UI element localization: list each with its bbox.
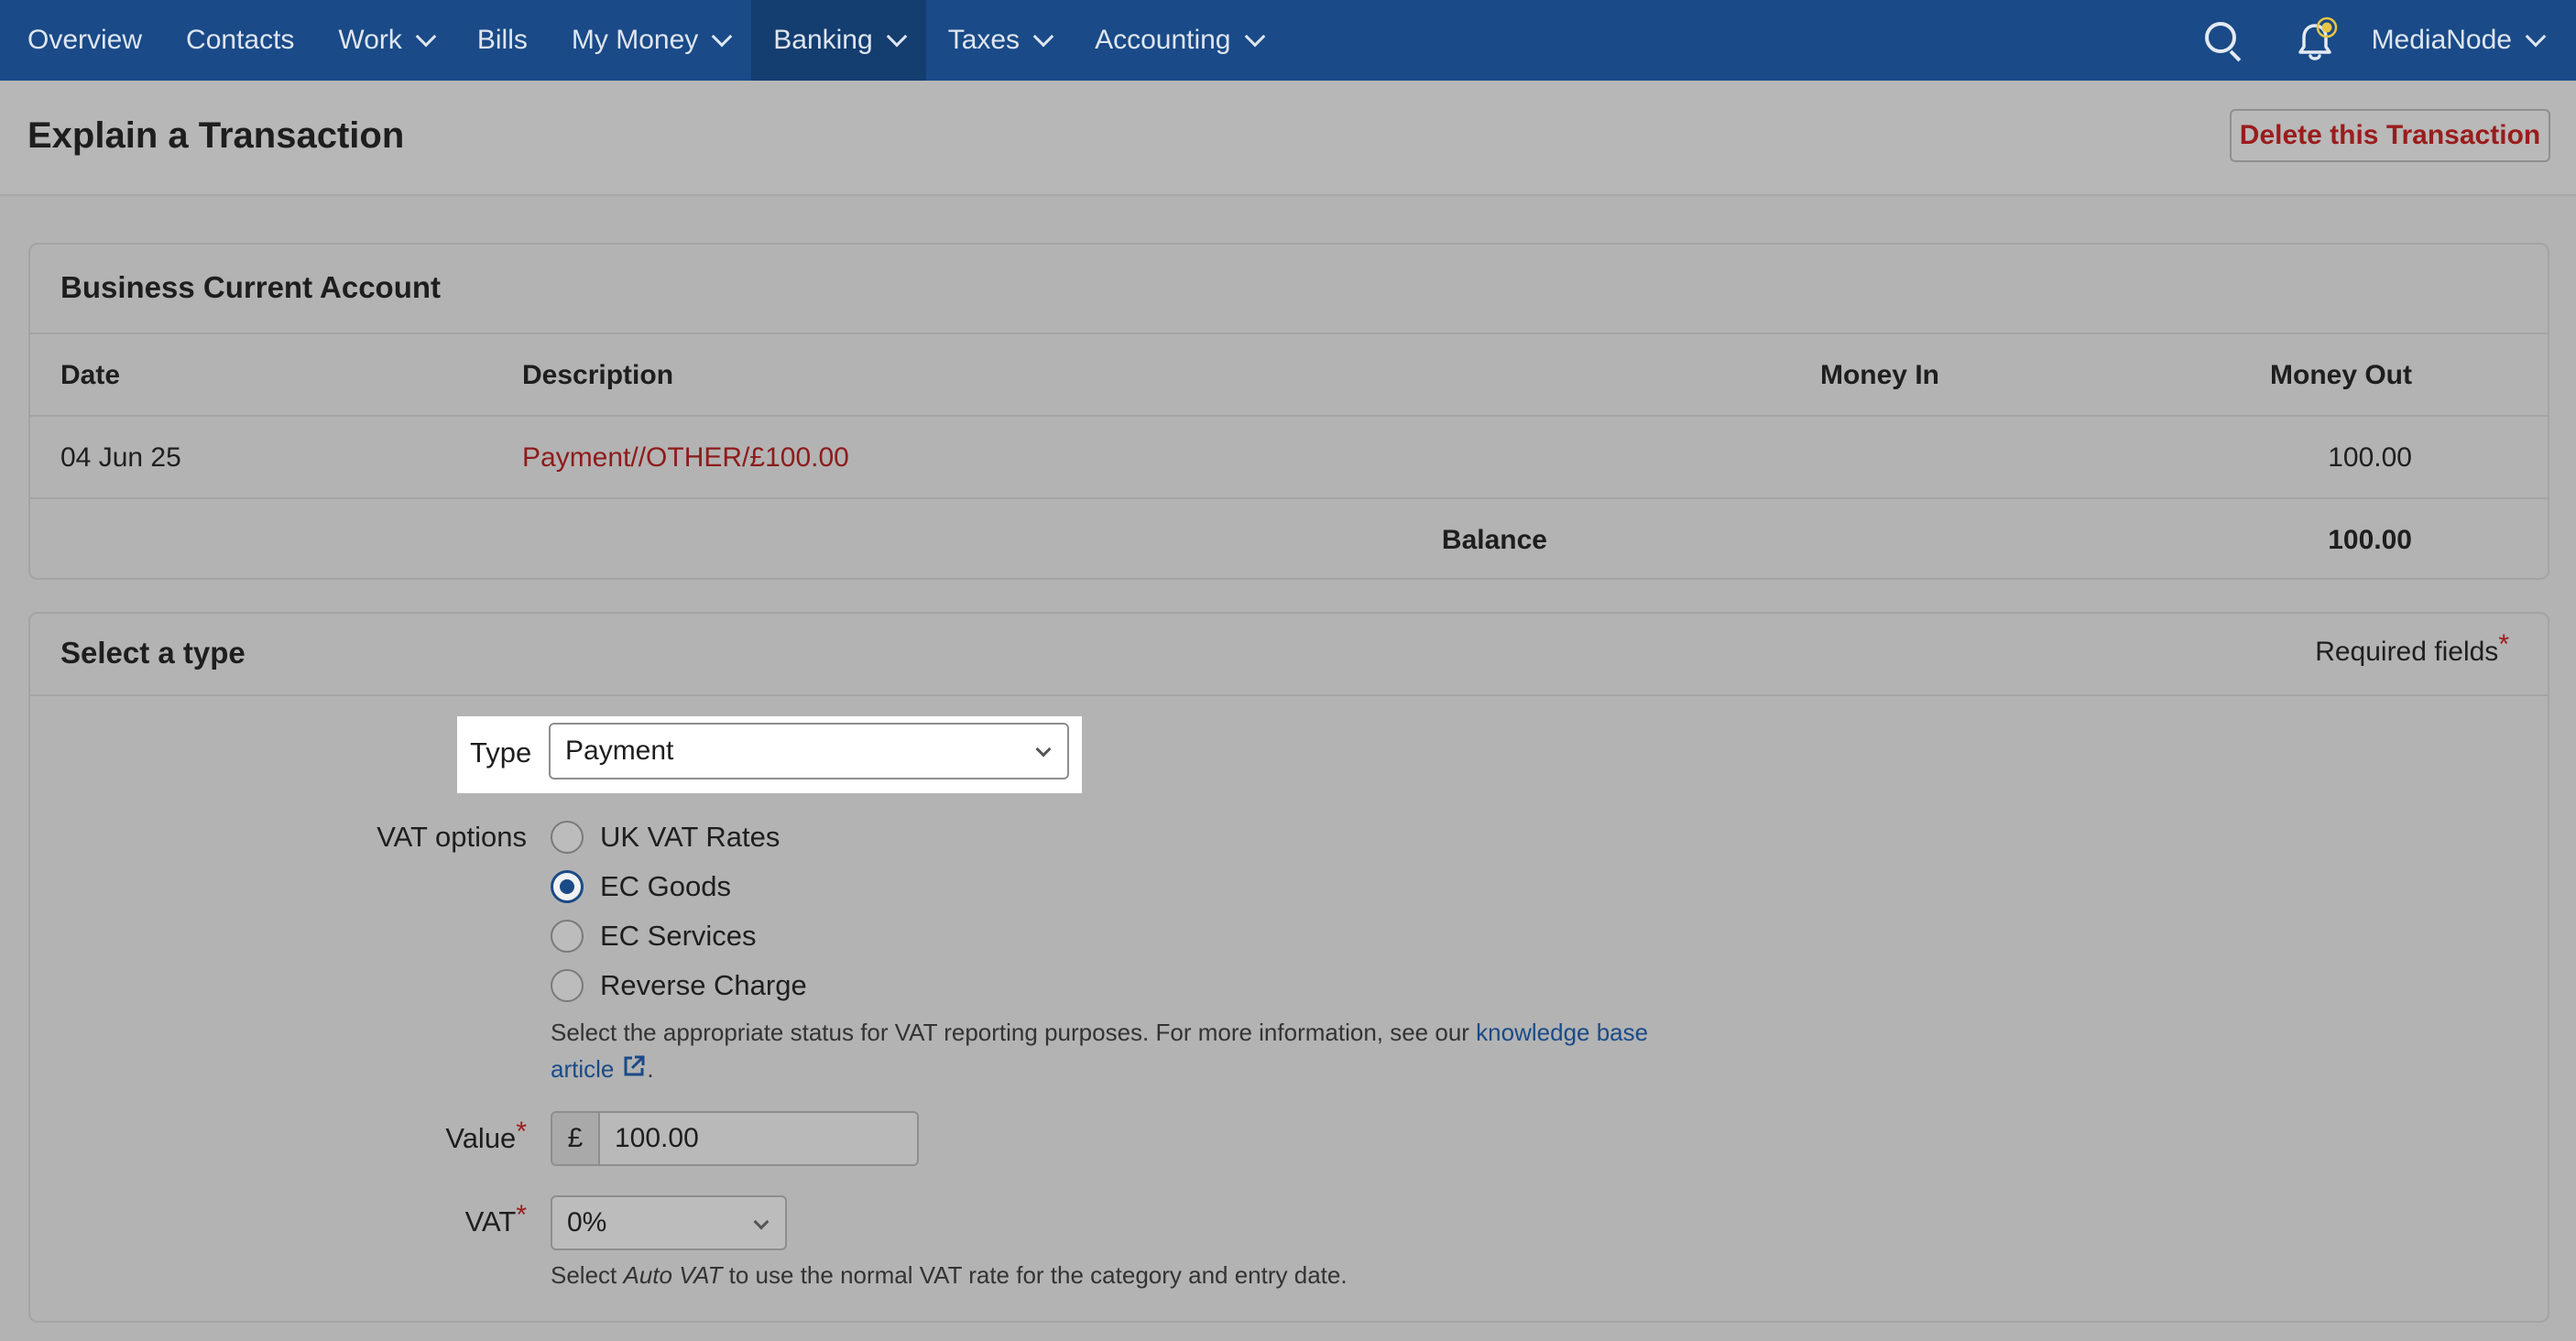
radio-button[interactable] — [551, 920, 584, 953]
radio-label: UK VAT Rates — [600, 821, 780, 853]
divider — [30, 497, 2548, 499]
required-star: * — [2498, 629, 2509, 660]
chevron-down-icon — [711, 26, 733, 48]
transaction-description-link[interactable]: Payment//OTHER/£100.00 — [522, 442, 849, 474]
nav-item-banking[interactable]: Banking — [751, 0, 926, 81]
nav-item-label: My Money — [571, 25, 699, 55]
column-header-money-in: Money In — [1819, 360, 1939, 390]
radio-label: Reverse Charge — [600, 969, 807, 1001]
vat-hint-suffix: to use the normal VAT rate for the categ… — [722, 1261, 1348, 1289]
radio-uk-vat-rates[interactable]: UK VAT Rates — [551, 819, 780, 856]
type-field-row: Type Payment — [457, 716, 1082, 793]
radio-label: EC Goods — [600, 870, 732, 902]
nav-item-overview[interactable]: Overview — [0, 0, 164, 81]
type-section-title: Select a type — [60, 636, 246, 670]
radio-ec-goods[interactable]: EC Goods — [551, 868, 731, 905]
balance-value: 100.00 — [2328, 525, 2412, 555]
nav-item-label: Banking — [773, 25, 873, 55]
auto-vat-emphasis: Auto VAT — [623, 1261, 723, 1289]
value-input[interactable]: £ 100.00 — [551, 1111, 919, 1166]
nav-item-label: Overview — [27, 25, 143, 55]
type-panel: Select a type Required fields* Type Paym… — [28, 612, 2549, 1323]
nav-item-accounting[interactable]: Accounting — [1073, 0, 1283, 81]
account-panel: Business Current Account Date Descriptio… — [28, 243, 2549, 580]
account-title: Business Current Account — [60, 270, 442, 304]
column-header-description: Description — [522, 360, 674, 390]
value-label: Value* — [445, 1117, 527, 1155]
chevron-down-icon — [753, 1214, 770, 1230]
nav-item-bills[interactable]: Bills — [455, 0, 550, 81]
chevron-down-icon — [2525, 26, 2547, 48]
delete-transaction-button[interactable]: Delete this Transaction — [2230, 109, 2550, 162]
vat-select-value: 0% — [567, 1207, 607, 1237]
vat-help-suffix: . — [647, 1055, 654, 1083]
nav-item-label: Taxes — [947, 25, 1021, 55]
value-field[interactable]: 100.00 — [600, 1113, 917, 1164]
type-label: Type — [470, 736, 532, 769]
vat-options-label: VAT options — [377, 821, 527, 853]
radio-button[interactable] — [551, 969, 584, 1002]
vat-label: VAT* — [464, 1200, 527, 1238]
nav-item-label: Accounting — [1095, 25, 1231, 55]
search-icon[interactable] — [2203, 20, 2243, 62]
chevron-down-icon — [1035, 741, 1052, 758]
column-header-money-out: Money Out — [2270, 360, 2412, 390]
nav-item-my-money[interactable]: My Money — [550, 0, 751, 81]
divider — [30, 694, 2548, 696]
radio-label: EC Services — [600, 920, 757, 952]
user-menu[interactable]: MediaNode — [2372, 0, 2576, 81]
required-star: * — [516, 1117, 527, 1147]
chevron-down-icon — [1032, 26, 1054, 48]
nav-item-label: Work — [338, 25, 402, 55]
chevron-down-icon — [415, 26, 437, 48]
vat-help-text: Select the appropriate status for VAT re… — [551, 1014, 1741, 1089]
bell-icon[interactable] — [2291, 16, 2341, 65]
page-title: Explain a Transaction — [27, 115, 405, 156]
divider — [30, 415, 2548, 417]
transaction-date: 04 Jun 25 — [60, 442, 181, 473]
external-link-icon[interactable] — [621, 1052, 647, 1089]
vat-select[interactable]: 0% — [551, 1195, 787, 1250]
radio-button[interactable] — [551, 821, 584, 854]
nav-item-taxes[interactable]: Taxes — [926, 0, 1073, 81]
chevron-down-icon — [1244, 26, 1265, 48]
vat-hint-prefix: Select — [551, 1261, 624, 1289]
chevron-down-icon — [886, 26, 908, 48]
required-fields-label: Required fields — [2315, 637, 2499, 667]
vat-hint-text: Select Auto VAT to use the normal VAT ra… — [551, 1257, 1348, 1293]
required-fields-note: Required fields* — [2315, 629, 2509, 668]
type-select[interactable]: Payment — [549, 723, 1069, 780]
page-header: Explain a Transaction Delete this Transa… — [0, 81, 2576, 196]
column-header-date: Date — [60, 360, 121, 390]
value-label-text: Value — [445, 1122, 517, 1154]
radio-button[interactable] — [551, 870, 584, 903]
vat-help-prefix: Select the appropriate status for VAT re… — [551, 1019, 1477, 1046]
top-nav: Overview Contacts Work Bills My Money Ba… — [0, 0, 2576, 81]
radio-ec-services[interactable]: EC Services — [551, 918, 757, 954]
nav-item-contacts[interactable]: Contacts — [164, 0, 316, 81]
user-menu-label: MediaNode — [2371, 25, 2512, 55]
vat-label-text: VAT — [464, 1205, 517, 1237]
transaction-money-out: 100.00 — [2328, 442, 2412, 473]
article-link[interactable]: article — [551, 1055, 614, 1083]
required-star: * — [516, 1200, 527, 1230]
knowledge-base-link[interactable]: knowledge base — [1476, 1019, 1648, 1046]
divider — [30, 333, 2548, 334]
nav-item-label: Contacts — [186, 25, 295, 55]
nav-item-work[interactable]: Work — [316, 0, 454, 81]
nav-item-label: Bills — [476, 25, 528, 55]
nav-right: MediaNode — [2203, 0, 2576, 81]
radio-reverse-charge[interactable]: Reverse Charge — [551, 967, 807, 1004]
type-select-value: Payment — [565, 736, 674, 766]
currency-prefix: £ — [552, 1113, 600, 1164]
balance-label: Balance — [1441, 525, 1547, 555]
